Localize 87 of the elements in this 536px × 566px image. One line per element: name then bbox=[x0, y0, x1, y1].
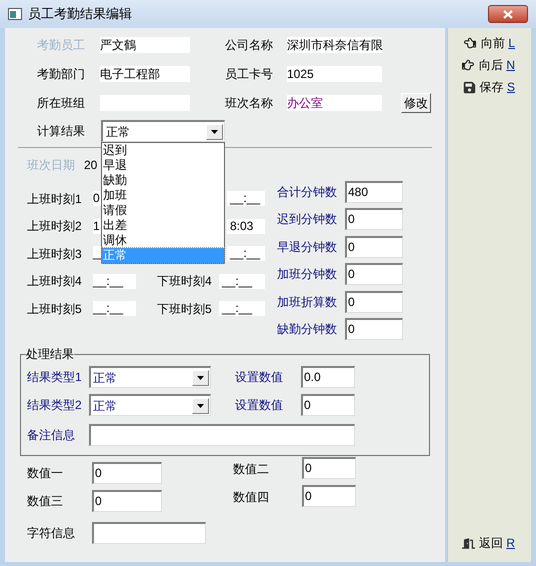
number-field[interactable]: 0 bbox=[345, 263, 403, 286]
field-value: 电子工程部 bbox=[100, 66, 190, 82]
field-label: 考勤员工 bbox=[37, 36, 86, 54]
field-label: 所在班组 bbox=[37, 94, 86, 112]
field-label: 上班时刻1 bbox=[27, 190, 83, 208]
hand-pointing-left-icon bbox=[462, 37, 477, 49]
field-value: 严文鶴 bbox=[100, 36, 190, 52]
group-title: 处理结果 bbox=[26, 346, 74, 363]
field-label: 数值四 bbox=[233, 489, 270, 506]
number-field[interactable]: 0.0 bbox=[301, 366, 355, 388]
field-label: 备注信息 bbox=[27, 427, 76, 444]
field-label: 迟到分钟数 bbox=[277, 211, 338, 228]
hand-pointing-right-icon bbox=[460, 59, 475, 71]
number-field[interactable]: 0 bbox=[345, 290, 403, 313]
window-title: 员工考勤结果编辑 bbox=[28, 5, 132, 24]
field-label: 字符信息 bbox=[27, 525, 76, 542]
dropdown-option[interactable]: 调休 bbox=[102, 233, 224, 248]
field-value: 办公室 bbox=[287, 94, 382, 110]
caret-icon bbox=[197, 376, 204, 380]
dropdown-button[interactable] bbox=[192, 370, 209, 386]
field-label: 上班时刻3 bbox=[27, 246, 83, 263]
field-label: 设置数值 bbox=[235, 369, 284, 386]
time-field[interactable]: __:__ bbox=[93, 301, 136, 316]
time-field[interactable]: 8:03 bbox=[227, 218, 265, 234]
field-label: 加班折算数 bbox=[277, 294, 338, 311]
number-field[interactable]: 0 bbox=[345, 208, 403, 230]
close-icon bbox=[503, 10, 513, 18]
field-label: 数值三 bbox=[27, 493, 64, 510]
number-field[interactable]: 0 bbox=[302, 457, 356, 479]
toolbar-button[interactable]: 保存 S bbox=[462, 76, 515, 98]
number-field[interactable]: 0 bbox=[301, 394, 355, 416]
field-label: 考勤部门 bbox=[37, 66, 86, 82]
close-button[interactable] bbox=[488, 5, 528, 23]
field-label: 员工卡号 bbox=[225, 66, 274, 82]
caret-icon bbox=[211, 130, 218, 134]
toolbar-button[interactable]: 向前 L bbox=[462, 32, 515, 54]
field-label: 合计分钟数 bbox=[277, 184, 338, 201]
field-label: 缺勤分钟数 bbox=[277, 321, 338, 338]
number-field[interactable]: 0 bbox=[345, 236, 403, 258]
dropdown-option[interactable]: 缺勤 bbox=[102, 173, 224, 188]
time-field[interactable]: __:__ bbox=[227, 191, 265, 206]
number-field[interactable]: 480 bbox=[345, 180, 403, 203]
field-label: 设置数值 bbox=[235, 397, 284, 414]
result-dropdown[interactable]: 正常 bbox=[101, 120, 225, 142]
field-value: 深圳市科奈信有限 bbox=[287, 36, 382, 52]
field-label: 下班时刻5 bbox=[157, 300, 213, 318]
window-app-icon bbox=[8, 8, 22, 20]
note-field[interactable] bbox=[89, 424, 355, 446]
toolbar-button[interactable]: 返回 R bbox=[462, 532, 515, 554]
field-label: 数值一 bbox=[27, 465, 64, 482]
field-label: 班次名称 bbox=[225, 94, 274, 112]
dropdown-option[interactable]: 请假 bbox=[102, 203, 224, 218]
dropdown-option[interactable]: 迟到 bbox=[102, 143, 224, 158]
dropdown-option[interactable]: 早退 bbox=[102, 158, 224, 173]
time-field[interactable]: __:__ bbox=[227, 246, 265, 262]
field-label: 班次日期 bbox=[27, 157, 76, 174]
type-dropdown[interactable]: 正常 bbox=[89, 366, 211, 388]
field-label: 下班时刻4 bbox=[157, 273, 213, 290]
time-field[interactable]: __:__ bbox=[93, 274, 136, 289]
dropdown-option[interactable]: 加班 bbox=[102, 188, 224, 203]
field-label: 上班时刻2 bbox=[27, 218, 83, 236]
edit-button[interactable]: 修改 bbox=[401, 92, 431, 112]
field-label: 上班时刻5 bbox=[27, 300, 83, 318]
field-label: 早退分钟数 bbox=[277, 238, 338, 256]
number-field[interactable]: 0 bbox=[345, 318, 403, 340]
text-field[interactable] bbox=[92, 522, 206, 544]
field-label: 加班分钟数 bbox=[277, 266, 338, 284]
field-value: 1025 bbox=[287, 66, 382, 82]
field-label: 上班时刻4 bbox=[27, 273, 83, 290]
field-label: 数值二 bbox=[233, 461, 270, 478]
type-dropdown[interactable]: 正常 bbox=[89, 394, 211, 416]
number-field[interactable]: 0 bbox=[92, 490, 162, 512]
field-label: 结果类型2 bbox=[27, 397, 83, 414]
dropdown-option[interactable]: 出差 bbox=[102, 218, 224, 233]
dropdown-button[interactable] bbox=[192, 398, 209, 414]
dropdown-button[interactable] bbox=[206, 124, 223, 140]
time-field[interactable]: __:__ bbox=[219, 274, 265, 289]
number-field[interactable]: 0 bbox=[92, 462, 162, 484]
time-field[interactable]: __:__ bbox=[219, 301, 265, 316]
door-icon bbox=[462, 536, 475, 550]
number-field[interactable]: 0 bbox=[302, 485, 356, 507]
field-value: 20 bbox=[84, 157, 98, 174]
field-label: 公司名称 bbox=[225, 36, 274, 54]
toolbar-button[interactable]: 向后 N bbox=[460, 54, 515, 76]
field-label: 计算结果 bbox=[37, 123, 86, 140]
field-label: 结果类型1 bbox=[27, 369, 83, 386]
caret-icon bbox=[197, 404, 204, 408]
